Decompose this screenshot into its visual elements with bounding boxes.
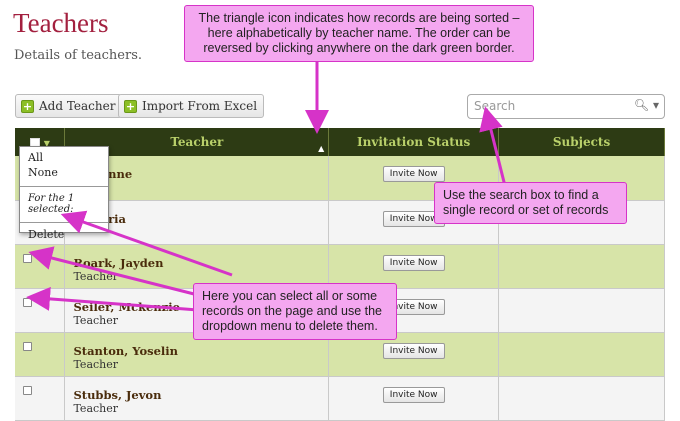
sort-callout: The triangle icon indicates how records …	[184, 5, 534, 62]
row-checkbox[interactable]	[23, 385, 32, 395]
invite-now-button[interactable]: Invite Now	[382, 166, 445, 182]
subjects-cell	[498, 332, 665, 377]
menu-item-all[interactable]: All	[20, 151, 108, 164]
add-teacher-button[interactable]: + Add Teacher	[15, 94, 123, 118]
teachers-table: ▼ Teacher ▲ Invitation Status Subjects A…	[15, 128, 665, 421]
menu-item-delete[interactable]: Delete	[20, 222, 108, 241]
teacher-header-label: Teacher	[170, 135, 224, 149]
select-dropdown-menu: All None For the 1 selected: Delete	[19, 146, 109, 241]
page-subtitle: Details of teachers.	[14, 48, 143, 63]
teacher-name[interactable]: Stubbs, Jevon	[73, 388, 327, 402]
import-excel-button[interactable]: + Import From Excel	[118, 94, 265, 118]
row-select-cell	[15, 288, 66, 333]
search-icon[interactable]: 🔍︎ ▾	[634, 98, 659, 112]
menu-item-none[interactable]: None	[20, 166, 108, 179]
add-teacher-label: Add Teacher	[39, 99, 116, 113]
menu-section-label: For the 1 selected:	[20, 186, 108, 215]
invite-now-button[interactable]: Invite Now	[382, 342, 445, 359]
row-select-cell	[15, 244, 66, 289]
teacher-role: Teacher	[73, 269, 119, 283]
search-callout: Use the search box to find a single reco…	[434, 182, 627, 224]
teacher-name[interactable]: Roark, Jayden	[73, 256, 327, 270]
subjects-cell	[498, 244, 665, 289]
subjects-cell	[498, 376, 665, 421]
teacher-name[interactable]: Adrienne	[73, 167, 327, 181]
subjects-column-header[interactable]: Subjects	[498, 128, 665, 156]
row-select-cell	[15, 332, 66, 377]
table-row[interactable]: Stubbs, Jevon Teacher Invite Now	[15, 376, 665, 421]
row-checkbox[interactable]	[23, 297, 32, 307]
teacher-role: Teacher	[73, 401, 119, 415]
plus-icon: +	[21, 99, 34, 113]
import-excel-label: Import From Excel	[142, 99, 258, 113]
sort-ascending-icon[interactable]: ▲	[318, 143, 324, 153]
plus-icon: +	[124, 99, 137, 113]
row-checkbox[interactable]	[23, 253, 32, 263]
table-row[interactable]: Roark, Jayden Teacher Invite Now	[15, 244, 665, 289]
row-select-cell	[15, 376, 66, 421]
search-input[interactable]: Search 🔍︎ ▾	[467, 94, 665, 119]
select-callout: Here you can select all or some records …	[193, 283, 397, 340]
page-title: Teachers	[13, 8, 109, 38]
search-placeholder: Search	[474, 99, 516, 113]
invite-now-button[interactable]: Invite Now	[382, 386, 445, 403]
row-checkbox[interactable]	[23, 341, 32, 351]
teacher-name[interactable]: Stanton, Yoselin	[73, 344, 327, 358]
teacher-role: Teacher	[73, 357, 119, 371]
teacher-name[interactable]: Macaria	[73, 212, 327, 226]
invite-now-button[interactable]: Invite Now	[382, 254, 445, 271]
subjects-cell	[498, 288, 665, 333]
invitation-column-header[interactable]: Invitation Status	[328, 128, 500, 156]
